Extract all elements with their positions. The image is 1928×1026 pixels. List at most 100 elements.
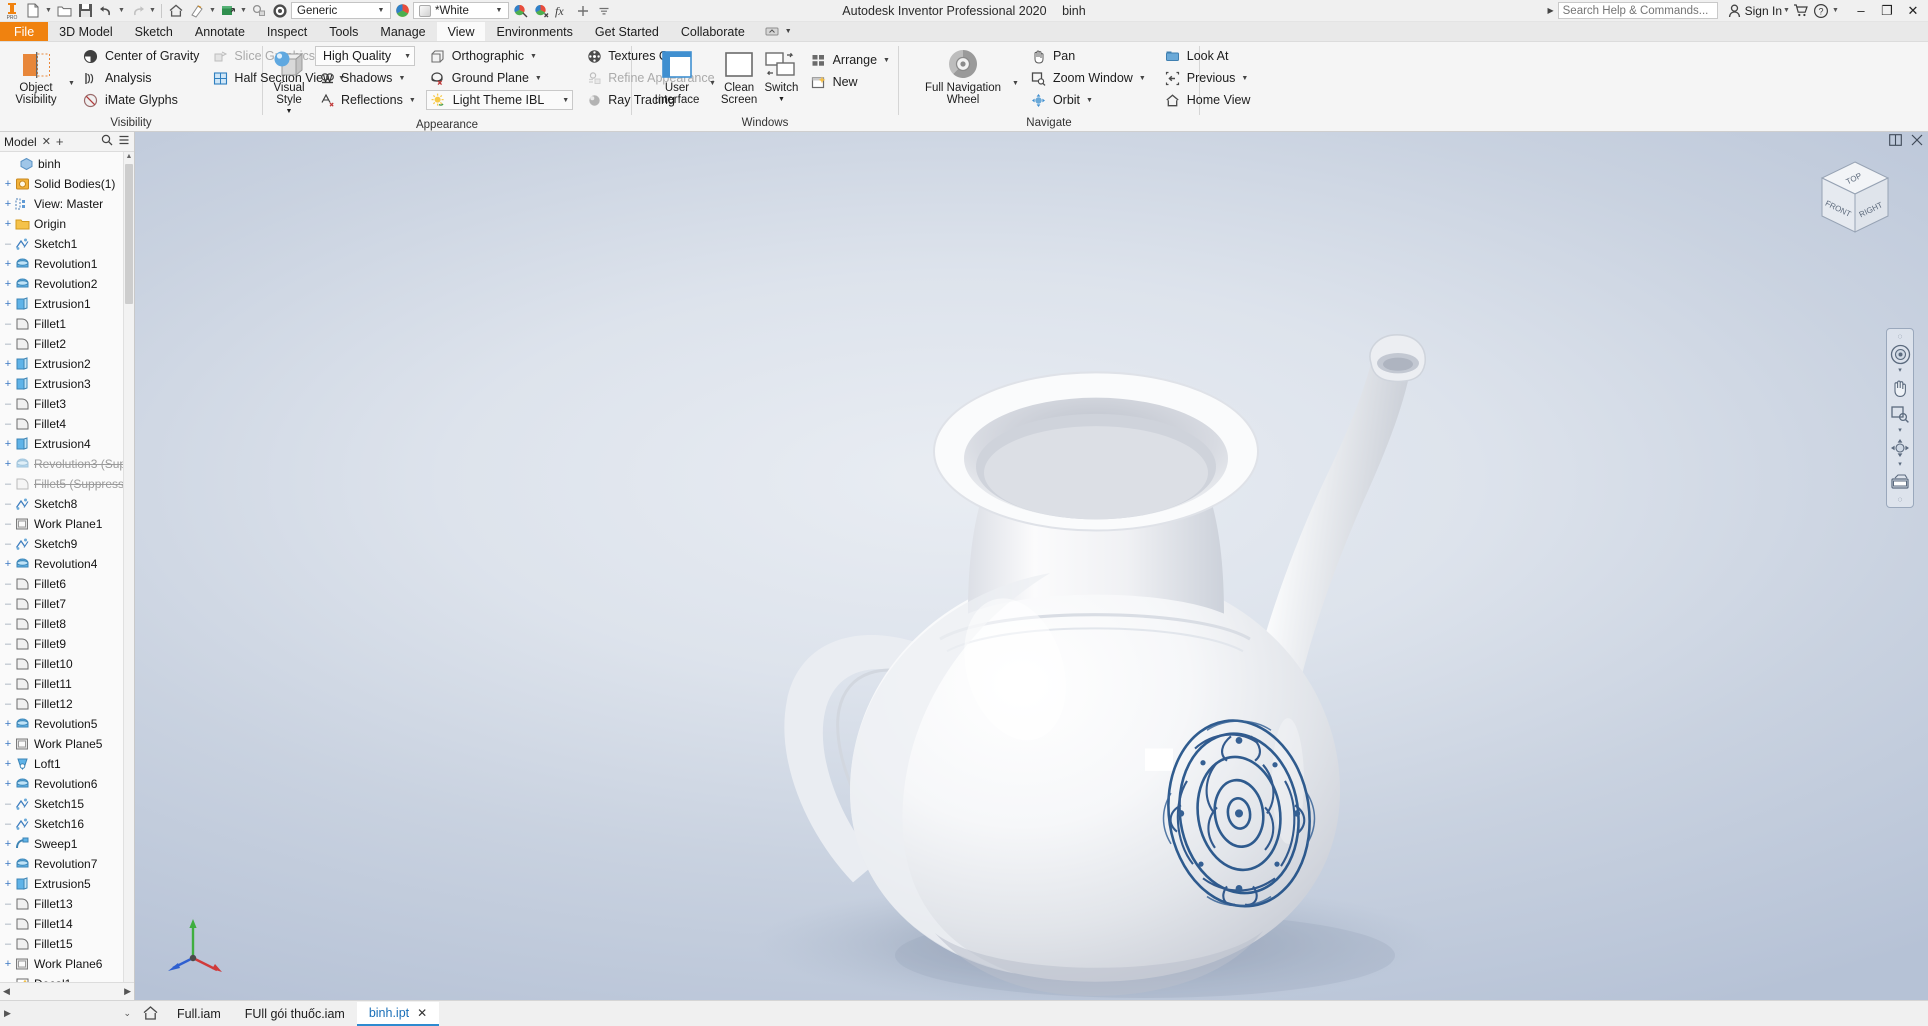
view-cube[interactable]: TOP FRONT RIGHT [1810,154,1900,246]
display-quality-dropdown[interactable]: High Quality ▼ [315,46,415,66]
expand-plus-icon[interactable]: + [2,859,14,870]
expand-plus-icon[interactable]: + [2,219,14,230]
shadows-item[interactable]: Shadows ▼ [315,68,419,88]
close-icon[interactable]: ✕ [417,1006,427,1020]
tree-root-node[interactable]: binh [0,154,134,174]
doc-tab-full-goi-thuoc-iam[interactable]: FUll gói thuốc.iam [233,1002,357,1026]
tree-node[interactable]: + Origin [0,214,134,234]
analysis-item[interactable]: Analysis [79,68,202,88]
center-of-gravity-item[interactable]: Center of Gravity [79,46,202,66]
tree-node[interactable]: + Revolution4 [0,554,134,574]
clean-screen-button[interactable]: Clean Screen [718,46,760,106]
tree-node[interactable]: – Fillet7 [0,594,134,614]
ribbon-tab-tools[interactable]: Tools [318,22,369,41]
parameters-fx-icon[interactable]: fx [552,1,572,21]
ribbon-tab-annotate[interactable]: Annotate [184,22,256,41]
search-icon[interactable] [101,134,113,149]
tree-node[interactable]: – Sketch9 [0,534,134,554]
sign-in-dropdown-icon[interactable]: ▼ [1782,1,1791,21]
tree-node[interactable]: – Fillet15 [0,934,134,954]
expand-plus-icon[interactable]: + [2,379,14,390]
tree-node[interactable]: – Fillet8 [0,614,134,634]
tree-node[interactable]: – Decal1 [0,974,134,982]
search-input[interactable] [1557,2,1718,19]
look-at-icon[interactable] [1888,470,1912,494]
tree-node[interactable]: + Revolution7 [0,854,134,874]
tree-node[interactable]: + Revolution2 [0,274,134,294]
chevron-down-icon[interactable]: ▼ [409,97,416,104]
full-navigation-wheel-button[interactable]: Full Navigation Wheel ▼ [915,46,1019,106]
browser-menu-icon[interactable] [118,134,130,149]
update-icon[interactable] [218,1,238,21]
new-document-icon[interactable] [23,1,43,21]
appearance-sphere-icon[interactable] [270,1,290,21]
orthographic-item[interactable]: Orthographic ▼ [426,46,573,66]
tree-node[interactable]: – Work Plane1 [0,514,134,534]
teapot-3d-model[interactable] [135,132,1928,1000]
sign-in-button[interactable]: Sign In [1728,4,1782,18]
help-icon[interactable]: ? [1811,1,1831,21]
reflections-item[interactable]: Reflections ▼ [315,90,419,110]
appearance-color-wheel-icon[interactable] [392,1,412,21]
home-icon[interactable] [166,1,186,21]
chevron-down-icon[interactable]: ▼ [1011,80,1019,87]
close-view-icon[interactable] [1911,134,1923,149]
select-icon[interactable] [249,1,269,21]
scroll-left-icon[interactable]: ◀ [3,986,10,997]
tree-node[interactable]: + Revolution1 [0,254,134,274]
clear-appearance-icon[interactable] [531,1,551,21]
chevron-down-icon[interactable]: ▼ [785,28,792,35]
tree-node[interactable]: + Sweep1 [0,834,134,854]
expand-plus-icon[interactable]: + [2,299,14,310]
model-browser-tree[interactable]: ▲ binh + Solid Bodies(1) + View: Master + Orig… [0,152,134,982]
ribbon-tab-overflow[interactable]: ▼ [764,22,792,41]
expand-plus-icon[interactable]: + [2,779,14,790]
look-at-item[interactable]: Look At [1161,46,1254,66]
expand-plus-icon[interactable]: + [2,439,14,450]
tree-node[interactable]: – Sketch8 [0,494,134,514]
cart-icon[interactable] [1791,1,1811,21]
tree-node[interactable]: – Fillet12 [0,694,134,714]
redo-dropdown-icon[interactable]: ▼ [148,1,157,21]
save-disk-icon[interactable] [75,1,95,21]
qat-dropdown-icon[interactable] [594,1,614,21]
expand-plus-icon[interactable]: + [2,199,14,210]
tree-node[interactable]: – Fillet2 [0,334,134,354]
chevron-down-icon[interactable]: ▼ [530,53,537,60]
tree-node[interactable]: + Work Plane6 [0,954,134,974]
ribbon-tab-file[interactable]: File [0,22,49,41]
scroll-right-icon[interactable]: ▶ [124,986,131,997]
chevron-down-icon[interactable]: ▼ [1139,75,1146,82]
tree-node[interactable]: + View: Master [0,194,134,214]
tabs-scroll-icon[interactable]: ⌄ [123,1008,131,1019]
doc-tab-full-iam[interactable]: Full.iam [165,1002,233,1026]
ribbon-tab-3d-model[interactable]: 3D Model [48,22,124,41]
chevron-down-icon[interactable]: ▼ [535,75,542,82]
browser-scrollbar[interactable]: ▲ [123,152,134,982]
expand-plus-icon[interactable]: + [2,719,14,730]
undo-arrow-icon[interactable] [96,1,116,21]
tree-node[interactable]: – Fillet5 (Suppress [0,474,134,494]
return-icon[interactable] [187,1,207,21]
expand-plus-icon[interactable]: + [2,179,14,190]
tree-node[interactable]: – Fillet10 [0,654,134,674]
chevron-down-icon[interactable]: ▼ [398,75,405,82]
ribbon-tab-sketch[interactable]: Sketch [124,22,184,41]
return-dropdown-icon[interactable]: ▼ [208,1,217,21]
tree-node[interactable]: + Extrusion3 [0,374,134,394]
material-combo[interactable]: *White ▼ [413,2,509,19]
scroll-up-icon[interactable]: ▲ [124,153,134,160]
ribbon-tab-collaborate[interactable]: Collaborate [670,22,756,41]
expand-plus-icon[interactable]: + [2,879,14,890]
add-to-qat-icon[interactable] [573,1,593,21]
chevron-down-icon[interactable]: ▼ [708,80,716,87]
tree-node[interactable]: + Extrusion5 [0,874,134,894]
tree-node[interactable]: – Fillet11 [0,674,134,694]
tree-node[interactable]: + Work Plane5 [0,734,134,754]
expand-plus-icon[interactable]: + [2,839,14,850]
minimize-button[interactable]: – [1854,4,1868,17]
expand-plus-icon[interactable]: + [2,279,14,290]
chevron-down-icon[interactable]: ▼ [562,97,569,104]
switch-windows-button[interactable]: Switch ▼ [760,46,802,106]
user-interface-button[interactable]: User Interface ▼ [646,46,716,106]
